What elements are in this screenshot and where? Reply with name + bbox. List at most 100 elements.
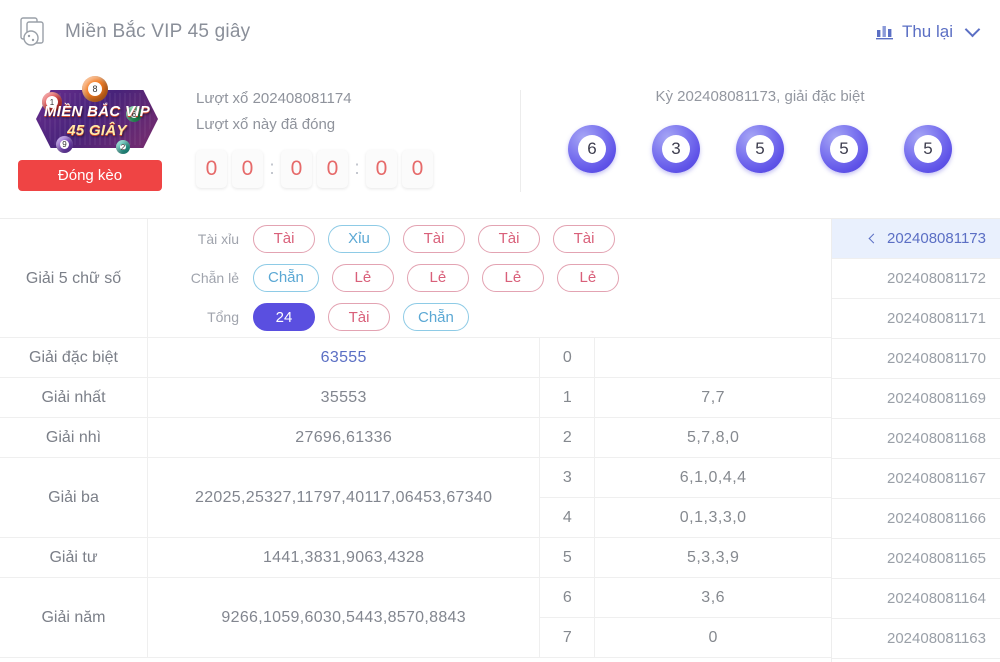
table-row: Giải năm 9266,1059,6030,5443,8570,8843 [0,578,540,658]
taixiu-pill[interactable]: Tài [403,224,465,253]
five-digit-block: Giải 5 chữ số Tài xỉu Tài Xỉu Tài Tài Tà… [0,219,831,338]
chanle-pill[interactable]: Lẻ [406,263,469,292]
five-digit-rows: Tài xỉu Tài Xỉu Tài Tài Tài Chẵn lẻ Chẵn… [148,219,831,337]
chanle-pill[interactable]: Lẻ [556,263,619,292]
timer-digit: 0 [317,150,348,188]
logo-ball-label: 9 [60,140,69,149]
taixiu-pill[interactable]: Tài [478,224,540,253]
top-bar-left: Miền Bắc VIP 45 giây [18,16,250,48]
session-id: 202408081163 [887,630,986,647]
chevron-left-icon[interactable] [868,233,879,243]
table-row: 5 5,3,3,9 [540,537,831,578]
table-row: Giải đặc biệt 63555 [0,338,540,378]
taixiu-pill[interactable]: Tài [253,224,315,253]
digit-values: 0,1,3,3,0 [679,508,747,526]
session-id: 202408081171 [887,310,986,327]
hero-left: 1 8 6 9 2 MIỀN BẮC VIP 45 GIÂY Đóng kèo … [0,64,520,218]
timer-digit: 0 [281,150,312,188]
digit-values: 7,7 [701,388,726,406]
digit-key: 5 [540,537,596,578]
tong-sum-badge[interactable]: 24 [253,303,315,332]
game-logo: 1 8 6 9 2 MIỀN BẮC VIP 45 GIÂY [20,70,172,158]
prize-and-digit-split: Giải đặc biệt 63555 Giải nhất 35553 Giải… [0,337,831,658]
digit-values: 3,6 [701,588,726,606]
collapse-label: Thu lại [901,22,953,41]
session-id: 202408081168 [887,430,986,447]
session-item[interactable]: 202408081172 [832,259,1000,299]
table-row: 0 [540,337,831,378]
prize-rows: Giải đặc biệt 63555 Giải nhất 35553 Giải… [0,338,541,658]
result-ball: 3 [652,125,700,173]
session-id: 202408081170 [887,350,986,367]
result-ball-value: 6 [578,135,606,163]
timer-digit: 0 [402,150,433,188]
session-list: 202408081173 202408081172 202408081171 2… [832,219,1000,662]
table-row: 3 6,1,0,4,4 [540,457,831,498]
result-caption: Kỳ 202408081173, giải đặc biệt [655,88,865,105]
session-item[interactable]: 202408081171 [832,299,1000,339]
timer-digit: 0 [366,150,397,188]
digit-key: 2 [540,417,596,458]
digit-key: 4 [540,497,596,538]
latest-result-panel: Kỳ 202408081173, giải đặc biệt 6 3 5 5 5 [520,64,1000,218]
table-row: Giải ba 22025,25327,11797,40117,06453,67… [0,458,540,538]
prize-value: 35553 [320,388,367,406]
timer-separator: : [269,158,275,179]
hero-section: 1 8 6 9 2 MIỀN BẮC VIP 45 GIÂY Đóng kèo … [0,64,1000,218]
session-item[interactable]: 202408081164 [832,579,1000,619]
session-id: 202408081169 [887,390,986,407]
result-ball-value: 5 [914,135,942,163]
tong-pill[interactable]: Tài [328,303,390,332]
logo-line-2: 45 GIÂY [67,122,127,139]
prize-label: Giải năm [0,578,148,657]
digit-key: 7 [540,617,596,658]
digit-key: 0 [540,337,596,378]
collapse-control[interactable]: Thu lại [875,21,981,42]
table-row: Giải nhất 35553 [0,378,540,418]
taixiu-label: Tài xỉu [197,230,239,247]
chevron-down-icon[interactable] [964,21,981,38]
chanle-pill[interactable]: Lẻ [331,263,394,292]
digit-values: 0 [708,628,718,646]
logo-ball-label: 8 [88,82,102,96]
tong-pill[interactable]: Chẵn [403,303,469,332]
timer-separator: : [354,158,360,179]
digit-key: 3 [540,457,596,498]
timer-digit: 0 [232,150,263,188]
taixiu-pill[interactable]: Xỉu [328,224,390,253]
session-item[interactable]: 202408081168 [832,419,1000,459]
closed-bet-button[interactable]: Đóng kèo [18,160,162,191]
session-item[interactable]: 202408081170 [832,339,1000,379]
digit-key: 1 [540,377,596,418]
page-title: Miền Bắc VIP 45 giây [65,21,251,42]
chanle-row: Chẵn lẻ Chẵn Lẻ Lẻ Lẻ Lẻ [148,258,831,297]
chanle-pill[interactable]: Chẵn [253,263,319,292]
result-ball: 5 [736,125,784,173]
bar-chart-icon [875,25,894,40]
table-row: Giải tư 1441,3831,9063,4328 [0,538,540,578]
result-ball-value: 5 [830,135,858,163]
prize-value: 9266,1059,6030,5443,8570,8843 [221,608,466,626]
five-digit-label: Giải 5 chữ số [0,219,148,338]
session-id: 202408081167 [887,470,986,487]
session-item[interactable]: 202408081163 [832,619,1000,659]
chanle-pill[interactable]: Lẻ [481,263,544,292]
session-item[interactable]: 202408081169 [832,379,1000,419]
taixiu-pill[interactable]: Tài [553,224,615,253]
table-row: 4 0,1,3,3,0 [540,497,831,538]
prize-value: 1441,3831,9063,4328 [262,548,425,566]
session-item[interactable]: 202408081167 [832,459,1000,499]
table-row: 7 0 [540,617,831,658]
result-ball: 5 [904,125,952,173]
session-item[interactable]: 202408081166 [832,499,1000,539]
session-id: 202408081173 [887,230,986,247]
tong-row: Tổng 24 Tài Chẵn [148,298,831,337]
logo-ball-label: 2 [120,142,126,152]
session-item-active[interactable]: 202408081173 [832,219,1000,259]
session-id: 202408081164 [887,590,986,607]
prize-label: Giải ba [0,458,148,537]
results-main: Giải 5 chữ số Tài xỉu Tài Xỉu Tài Tài Tà… [0,219,1000,662]
session-id: 202408081165 [887,550,986,567]
lottery-result-page: Miền Bắc VIP 45 giây Thu lại 1 8 6 9 2 M… [0,0,1000,662]
session-item[interactable]: 202408081165 [832,539,1000,579]
